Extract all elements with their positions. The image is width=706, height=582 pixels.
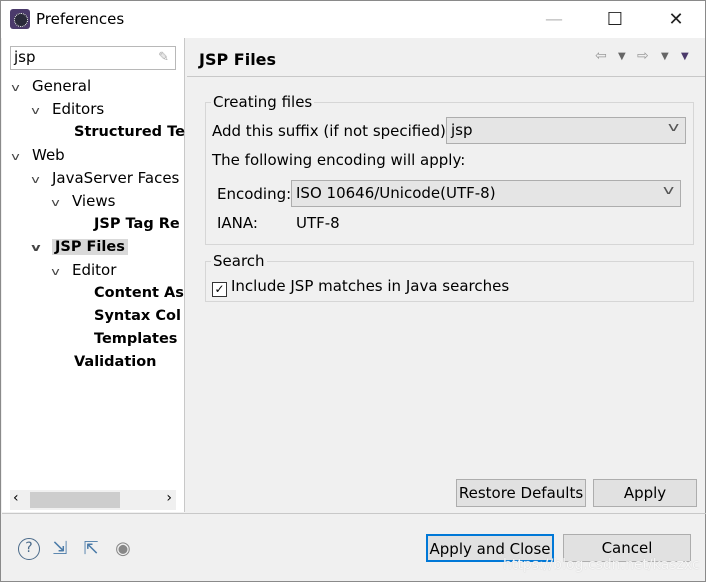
- title-bar: Preferences — ☐ ✕: [1, 1, 705, 38]
- tree-item[interactable]: Syntax Col: [94, 305, 181, 327]
- tree-item-label: JSP Tag Re: [94, 216, 180, 232]
- chevron-down-icon[interactable]: v: [51, 192, 74, 214]
- chevron-down-icon[interactable]: v: [31, 169, 54, 191]
- include-jsp-label: Include JSP matches in Java searches: [231, 277, 510, 295]
- page-header: JSP Files ⇦ ▼ ⇨ ▼ ▼: [187, 38, 705, 77]
- encoding-note: The following encoding will apply:: [212, 151, 466, 169]
- search-legend: Search: [211, 252, 267, 270]
- creating-files-legend: Creating files: [211, 93, 315, 111]
- page-title: JSP Files: [199, 50, 277, 69]
- tree-item[interactable]: Templates: [94, 328, 177, 350]
- minimize-button[interactable]: —: [539, 7, 569, 33]
- tree-item[interactable]: v Editor: [51, 259, 117, 283]
- tree-item-label: JavaServer Faces: [52, 169, 180, 187]
- view-menu-icon[interactable]: ▼: [681, 51, 689, 62]
- tree-item-label: Web: [32, 146, 65, 164]
- encoding-value: ISO 10646/Unicode(UTF-8): [296, 184, 496, 202]
- iana-value: UTF-8: [296, 214, 340, 232]
- tree-item-label: Content As: [94, 285, 184, 301]
- forward-icon[interactable]: ⇨: [637, 48, 649, 64]
- tree-item[interactable]: v Views: [51, 190, 116, 214]
- chevron-down-icon[interactable]: v: [31, 237, 54, 259]
- tree-item-label: Syntax Col: [94, 308, 181, 324]
- preferences-dialog: Preferences — ☐ ✕ jsp ✎ v General v Editors…: [0, 0, 706, 582]
- restore-defaults-button[interactable]: Restore Defaults: [456, 479, 586, 507]
- tree-item[interactable]: Validation: [74, 351, 157, 373]
- tree-item-label: Structured Te: [74, 124, 185, 140]
- tree-item[interactable]: v General: [11, 75, 92, 99]
- import-icon[interactable]: ⇲: [49, 538, 71, 560]
- chevron-down-icon: v: [667, 120, 680, 134]
- chevron-down-icon[interactable]: v: [51, 261, 74, 283]
- tree-item[interactable]: v JavaServer Faces: [31, 167, 180, 191]
- tree-item[interactable]: v Editors: [31, 98, 105, 122]
- checkbox-checked-icon[interactable]: ✓: [212, 282, 227, 297]
- back-menu-icon[interactable]: ▼: [618, 51, 626, 62]
- scrollbar-thumb[interactable]: [30, 492, 120, 508]
- forward-menu-icon[interactable]: ▼: [661, 51, 669, 62]
- tree-item-label: Editor: [72, 261, 117, 279]
- tree-item[interactable]: v Web: [11, 144, 65, 168]
- chevron-down-icon[interactable]: v: [11, 146, 34, 168]
- tree-item[interactable]: v JSP Files: [31, 236, 128, 259]
- eclipse-logo-icon: [10, 9, 30, 29]
- tree-item-label: General: [32, 77, 92, 95]
- suffix-combo[interactable]: jsp v: [446, 117, 686, 144]
- iana-label: IANA:: [217, 214, 258, 232]
- encoding-combo[interactable]: ISO 10646/Unicode(UTF-8) v: [291, 180, 681, 207]
- chevron-down-icon[interactable]: v: [11, 77, 34, 99]
- tree-item-label: Views: [72, 192, 116, 210]
- help-icon[interactable]: ?: [18, 538, 40, 560]
- tree-item-label: JSP Files: [52, 239, 128, 255]
- back-icon[interactable]: ⇦: [595, 48, 607, 64]
- apply-button[interactable]: Apply: [593, 479, 697, 507]
- clear-filter-icon[interactable]: ✎: [158, 50, 169, 65]
- tree-item[interactable]: Structured Te: [74, 121, 185, 143]
- watermark: https://blog.csdn.net/kaszxc: [503, 557, 700, 573]
- tree-item[interactable]: Content As: [94, 282, 184, 304]
- window-title: Preferences: [36, 10, 125, 28]
- tree-item-label: Editors: [52, 100, 105, 118]
- include-jsp-checkbox[interactable]: ✓ Include JSP matches in Java searches: [212, 277, 509, 297]
- horizontal-scrollbar[interactable]: ‹ ›: [10, 490, 176, 510]
- suffix-label: Add this suffix (if not specified):: [212, 122, 451, 140]
- chevron-down-icon[interactable]: v: [31, 100, 54, 122]
- encoding-label: Encoding:: [217, 185, 292, 203]
- preference-page: JSP Files ⇦ ▼ ⇨ ▼ ▼ Creating files Add t…: [187, 38, 705, 512]
- chevron-down-icon: v: [662, 183, 675, 197]
- filter-input[interactable]: jsp ✎: [10, 46, 176, 70]
- maximize-button[interactable]: ☐: [600, 7, 630, 33]
- tree-item-label: Validation: [74, 354, 157, 370]
- close-button[interactable]: ✕: [661, 7, 691, 33]
- suffix-value: jsp: [451, 121, 473, 139]
- record-icon[interactable]: ◉: [112, 538, 134, 560]
- scroll-left-icon[interactable]: ‹: [13, 490, 19, 506]
- preference-tree-pane: jsp ✎ v General v Editors Structured Te v Web v…: [2, 38, 185, 512]
- tree-item-label: Templates: [94, 331, 178, 347]
- export-icon[interactable]: ⇱: [80, 538, 102, 560]
- tree-item[interactable]: JSP Tag Re: [94, 213, 180, 235]
- scroll-right-icon[interactable]: ›: [166, 490, 172, 506]
- filter-value: jsp: [14, 48, 36, 66]
